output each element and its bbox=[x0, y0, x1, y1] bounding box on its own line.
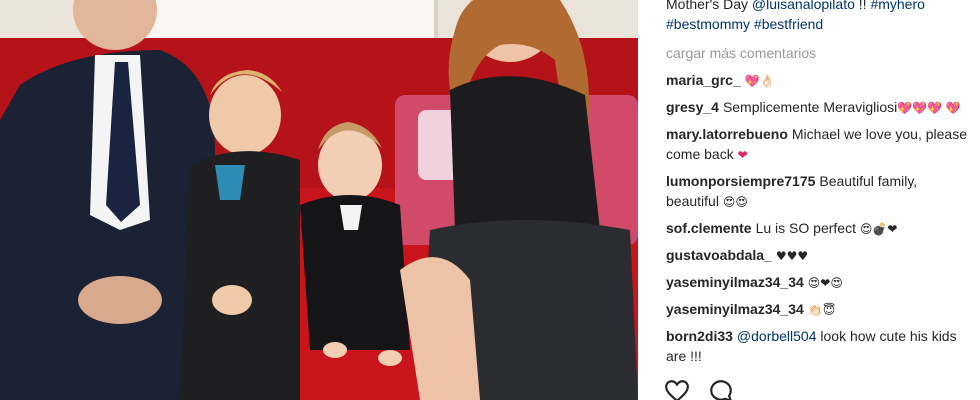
comment-emoji: 💖👌🏻 bbox=[744, 74, 775, 88]
comment-item: mary.latorrebueno Michael we love you, pl… bbox=[666, 124, 972, 165]
comment-emoji: 😍💣❤ bbox=[859, 222, 898, 236]
post-photo bbox=[0, 0, 638, 400]
comment-item: gresy_4 Semplicemente Meravigliosi💖💖💖 💖 bbox=[666, 97, 972, 118]
load-more-comments-link[interactable]: cargar más comentarios bbox=[666, 45, 816, 61]
caption-hashtag[interactable]: #bestfriend bbox=[754, 16, 823, 32]
comment-username[interactable]: yaseminyilmaz34_34 bbox=[666, 301, 804, 317]
comment-username[interactable]: gustavoabdala_ bbox=[666, 247, 772, 263]
comment-item: yaseminyilmaz34_34 😍❤😍 bbox=[666, 272, 972, 293]
heart-outline-icon[interactable] bbox=[664, 378, 690, 400]
caption-hashtag[interactable]: #bestmommy bbox=[666, 16, 750, 32]
comment-username[interactable]: yaseminyilmaz34_34 bbox=[666, 274, 804, 290]
comment-emoji: 👏🏻😇 bbox=[807, 303, 836, 317]
comment-item: gustavoabdala_ ♥♥♥ bbox=[666, 245, 972, 266]
comment-username[interactable]: sof.clemente bbox=[666, 220, 752, 236]
comment-mention[interactable]: @dorbell504 bbox=[737, 328, 817, 344]
caption-text: Mother's Day bbox=[666, 0, 752, 12]
photo-family-illustration bbox=[0, 0, 638, 400]
comment-item: born2di33 @dorbell504 look how cute his k… bbox=[666, 326, 972, 366]
caption-separator: !! bbox=[854, 0, 871, 12]
comment-username[interactable]: gresy_4 bbox=[666, 99, 719, 115]
comment-username[interactable]: mary.latorrebueno bbox=[666, 126, 788, 142]
comment-emoji: 😍❤😍 bbox=[807, 276, 843, 290]
comment-emoji: ❤ bbox=[737, 148, 748, 162]
comment-item: lumonporsiempre7175 Beautiful family, bea… bbox=[666, 171, 972, 212]
post-caption: Mother's Day @luisanalopilato !! #myhero… bbox=[666, 0, 966, 34]
comment-item: yaseminyilmaz34_34 👏🏻😇 bbox=[666, 299, 972, 320]
comment-emoji: 😍😍 bbox=[722, 195, 748, 209]
comment-item: sof.clemente Lu is SO perfect 😍💣❤ bbox=[666, 218, 972, 239]
caption-mention[interactable]: @luisanalopilato bbox=[752, 0, 855, 12]
post-actions bbox=[664, 378, 734, 400]
comment-username[interactable]: maria_grc_ bbox=[666, 72, 741, 88]
comments-panel: Mother's Day @luisanalopilato !! #myhero… bbox=[638, 0, 980, 400]
comment-text: Lu is SO perfect bbox=[755, 220, 856, 236]
comment-username[interactable]: lumonporsiempre7175 bbox=[666, 173, 815, 189]
caption-hashtag[interactable]: #myhero bbox=[870, 0, 924, 12]
comment-emoji: ♥♥♥ bbox=[775, 249, 809, 263]
comment-item: maria_grc_ 💖👌🏻 bbox=[666, 70, 972, 91]
comment-text: Semplicemente Meravigliosi bbox=[722, 99, 898, 115]
comment-bubble-icon[interactable] bbox=[708, 378, 734, 400]
comment-emoji: 💖💖💖 💖 bbox=[897, 101, 961, 115]
comment-list: maria_grc_ 💖👌🏻 gresy_4 Semplicemente Merav… bbox=[666, 70, 972, 372]
comment-username[interactable]: born2di33 bbox=[666, 328, 733, 344]
